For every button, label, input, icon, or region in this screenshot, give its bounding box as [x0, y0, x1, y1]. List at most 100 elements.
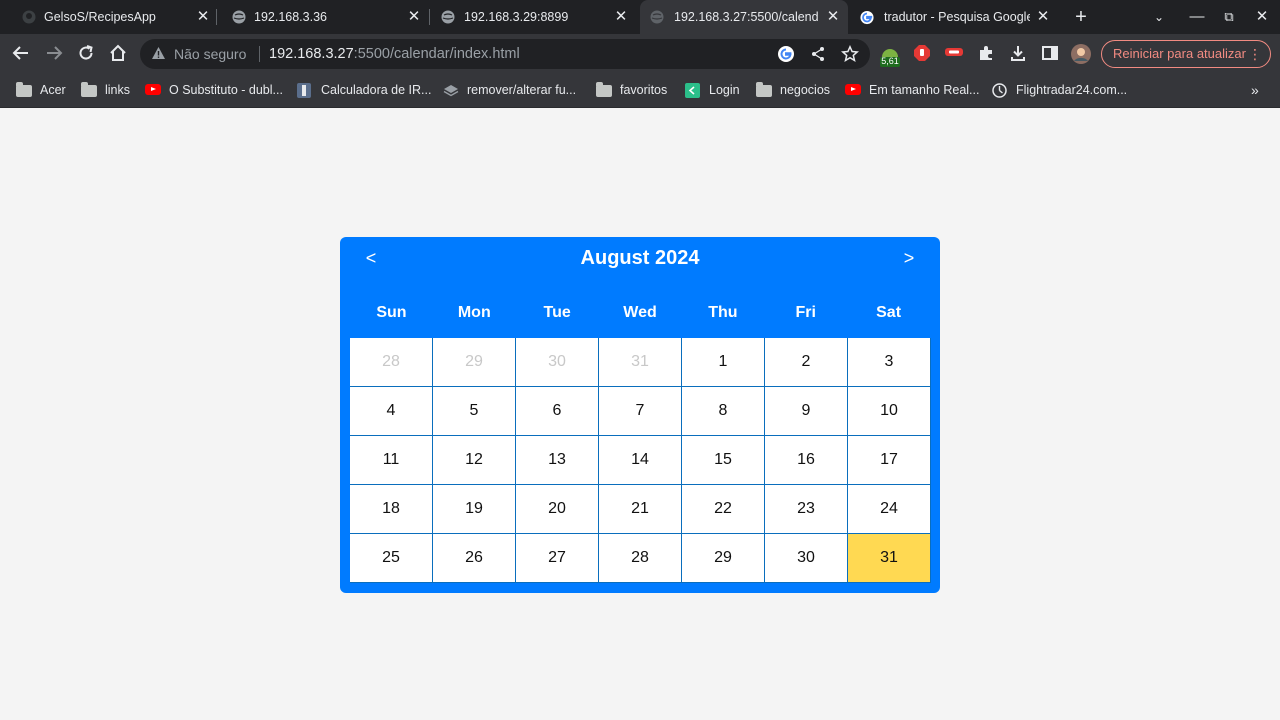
- weekday-row: Sun Mon Tue Wed Thu Fri Sat: [350, 299, 930, 327]
- tab-192-168-3-36[interactable]: 192.168.3.36 ✕: [218, 0, 428, 34]
- tab-search-icon[interactable]: ⌄: [1149, 7, 1169, 27]
- weekday-fri: Fri: [795, 304, 816, 321]
- tab-192-168-3-29[interactable]: 192.168.3.29:8899 ✕: [431, 0, 637, 34]
- bookmark-em-tamanho-real[interactable]: Em tamanho Real...: [845, 74, 979, 106]
- day-cell[interactable]: 4: [350, 387, 433, 436]
- day-cell[interactable]: 28: [599, 534, 682, 583]
- download-icon[interactable]: [1008, 44, 1028, 64]
- extension-badge: 5,61: [881, 56, 899, 66]
- globe-icon: [650, 10, 664, 24]
- day-cell[interactable]: 19: [433, 485, 516, 534]
- next-month-button[interactable]: >: [897, 247, 921, 269]
- bookmark-label: Login: [709, 83, 740, 97]
- bookmark-links[interactable]: links: [81, 74, 130, 106]
- record-extension-icon[interactable]: [944, 44, 964, 64]
- back-icon[interactable]: [11, 44, 31, 64]
- window-close-icon[interactable]: ✕: [1252, 7, 1272, 27]
- day-cell-other-month[interactable]: 31: [599, 338, 682, 387]
- day-cell[interactable]: 20: [516, 485, 599, 534]
- bookmark-negocios[interactable]: negocios: [756, 74, 830, 106]
- day-cell[interactable]: 6: [516, 387, 599, 436]
- close-icon[interactable]: ✕: [1035, 8, 1051, 26]
- home-icon[interactable]: [108, 44, 128, 64]
- folder-icon: [81, 82, 97, 97]
- browser-toolbar: Não seguro 192.168.3.27:5500/calendar/in…: [0, 34, 1280, 74]
- day-cell[interactable]: 8: [682, 387, 765, 436]
- day-cell[interactable]: 26: [433, 534, 516, 583]
- day-cell-other-month[interactable]: 30: [516, 338, 599, 387]
- avatar[interactable]: [1071, 44, 1091, 64]
- day-cell[interactable]: 24: [848, 485, 931, 534]
- new-tab-button[interactable]: +: [1071, 7, 1091, 27]
- day-cell[interactable]: 22: [682, 485, 765, 534]
- more-bookmarks-icon[interactable]: »: [1251, 74, 1259, 106]
- bookmark-login[interactable]: Login: [685, 74, 740, 106]
- bookmark-star-icon[interactable]: [840, 44, 860, 63]
- day-cell[interactable]: 16: [765, 436, 848, 485]
- close-icon[interactable]: ✕: [406, 8, 422, 26]
- day-cell-today[interactable]: 31: [848, 534, 931, 583]
- tab-calendar[interactable]: 192.168.3.27:5500/calend ✕: [640, 0, 848, 34]
- bookmark-favoritos[interactable]: favoritos: [596, 74, 667, 106]
- day-cell[interactable]: 3: [848, 338, 931, 387]
- day-cell[interactable]: 9: [765, 387, 848, 436]
- bookmark-o-substituto[interactable]: O Substituto - dubl...: [145, 74, 283, 106]
- minimize-icon[interactable]: —: [1187, 7, 1207, 27]
- youtube-icon: [845, 83, 861, 97]
- weekday-thu: Thu: [708, 304, 738, 321]
- tab-recipesapp[interactable]: GelsoS/RecipesApp ✕: [0, 0, 214, 34]
- restore-icon[interactable]: ⧉: [1219, 7, 1239, 27]
- close-icon[interactable]: ✕: [825, 8, 841, 26]
- bookmark-calculadora-ir[interactable]: Calculadora de IR...: [297, 74, 431, 106]
- adblock-icon[interactable]: [912, 44, 932, 64]
- tab-title: 192.168.3.29:8899: [464, 10, 569, 24]
- google-icon: [860, 10, 874, 24]
- tab-title: 192.168.3.27:5500/calend: [674, 10, 819, 24]
- bookmark-remover-alterar[interactable]: remover/alterar fu...: [443, 74, 576, 106]
- day-cell[interactable]: 23: [765, 485, 848, 534]
- update-button[interactable]: Reiniciar para atualizar ⋮: [1101, 40, 1271, 68]
- day-cell[interactable]: 13: [516, 436, 599, 485]
- security-status[interactable]: Não seguro: [174, 46, 246, 62]
- day-cell[interactable]: 15: [682, 436, 765, 485]
- day-cell[interactable]: 27: [516, 534, 599, 583]
- day-cell[interactable]: 25: [350, 534, 433, 583]
- address-bar[interactable]: Não seguro 192.168.3.27:5500/calendar/in…: [140, 39, 870, 69]
- google-lens-icon[interactable]: [777, 45, 795, 63]
- day-cell[interactable]: 12: [433, 436, 516, 485]
- day-cell[interactable]: 5: [433, 387, 516, 436]
- url-host: 192.168.3.27: [269, 46, 354, 62]
- calendar: < August 2024 > Sun Mon Tue Wed Thu Fri …: [340, 237, 940, 593]
- close-icon[interactable]: ✕: [195, 8, 211, 26]
- extensions-icon[interactable]: [976, 44, 996, 64]
- calculator-icon: [297, 83, 313, 98]
- day-cell-other-month[interactable]: 28: [350, 338, 433, 387]
- day-cell-other-month[interactable]: 29: [433, 338, 516, 387]
- menu-dots-icon[interactable]: ⋮: [1248, 41, 1262, 67]
- day-cell[interactable]: 29: [682, 534, 765, 583]
- day-cell[interactable]: 30: [765, 534, 848, 583]
- day-cell[interactable]: 2: [765, 338, 848, 387]
- tab-tradutor[interactable]: tradutor - Pesquisa Google ✕: [850, 0, 1062, 34]
- day-cell[interactable]: 1: [682, 338, 765, 387]
- reload-icon[interactable]: [76, 44, 96, 64]
- url-text[interactable]: 192.168.3.27:5500/calendar/index.html: [269, 46, 520, 62]
- day-cell[interactable]: 10: [848, 387, 931, 436]
- day-cell[interactable]: 14: [599, 436, 682, 485]
- bookmark-acer[interactable]: Acer: [16, 74, 66, 106]
- bookmark-label: Acer: [40, 83, 66, 97]
- close-icon[interactable]: ✕: [613, 8, 629, 26]
- bookmark-label: favoritos: [620, 83, 668, 97]
- side-panel-icon[interactable]: [1040, 44, 1060, 64]
- omnibox-divider: [259, 46, 260, 62]
- bookmark-flightradar24[interactable]: Flightradar24.com...: [992, 74, 1127, 106]
- warning-icon[interactable]: [151, 46, 166, 65]
- day-cell[interactable]: 17: [848, 436, 931, 485]
- day-cell[interactable]: 18: [350, 485, 433, 534]
- share-icon[interactable]: [809, 45, 827, 63]
- day-cell[interactable]: 21: [599, 485, 682, 534]
- day-cell[interactable]: 11: [350, 436, 433, 485]
- forward-icon[interactable]: [44, 44, 64, 64]
- day-cell[interactable]: 7: [599, 387, 682, 436]
- weekday-sun: Sun: [376, 304, 407, 321]
